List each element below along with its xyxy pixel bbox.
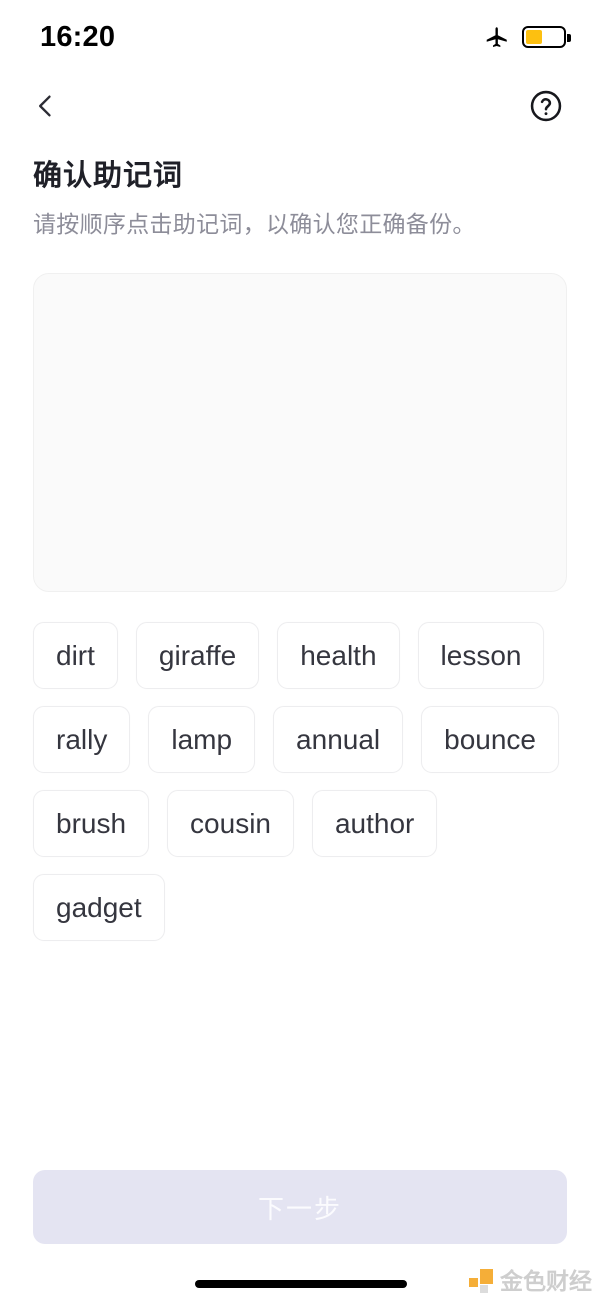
word-pool: dirt giraffe health lesson rally lamp annual bo… [33,622,573,942]
watermark-logo-icon [469,1269,493,1293]
page-title: 确认助记词 [33,160,184,192]
word-chip[interactable]: cousin [167,790,294,858]
home-indicator [195,1280,407,1288]
watermark: 金色财经 [469,1269,592,1293]
headings: 确认助记词 请按顺序点击助记词，以确认您正确备份。 [33,158,573,240]
status-time: 16:20 [40,20,116,53]
question-mark-circle-icon [530,90,562,122]
word-chip[interactable]: dirt [33,622,118,690]
status-icons [484,20,571,50]
page-subtitle: 请按顺序点击助记词，以确认您正确备份。 [33,210,476,237]
word-chip[interactable]: annual [273,706,404,774]
chevron-left-icon [39,95,51,117]
word-chip[interactable]: rally [33,706,131,774]
airplane-mode-icon [486,27,507,47]
phone-screen: 16:20 确认助记词 请按顺序点击助记词，以确认您正确备份。 dirt gir… [0,0,600,1299]
nav-bar [0,78,600,134]
word-chip[interactable]: health [277,622,400,690]
word-chip[interactable]: lesson [417,622,545,690]
word-chip[interactable]: bounce [421,706,560,774]
word-chip[interactable]: author [311,790,438,858]
watermark-text: 金色财经 [500,1267,592,1294]
word-chip[interactable]: gadget [33,874,165,942]
word-chip[interactable]: giraffe [135,622,260,690]
next-button[interactable]: 下一步 [33,1170,567,1244]
back-button[interactable] [22,82,70,130]
status-bar: 16:20 [0,0,600,70]
selected-words-area[interactable] [33,273,567,592]
battery-icon [522,26,571,48]
word-chip[interactable]: lamp [148,706,256,774]
help-button[interactable] [522,82,570,130]
word-chip[interactable]: brush [33,790,150,858]
